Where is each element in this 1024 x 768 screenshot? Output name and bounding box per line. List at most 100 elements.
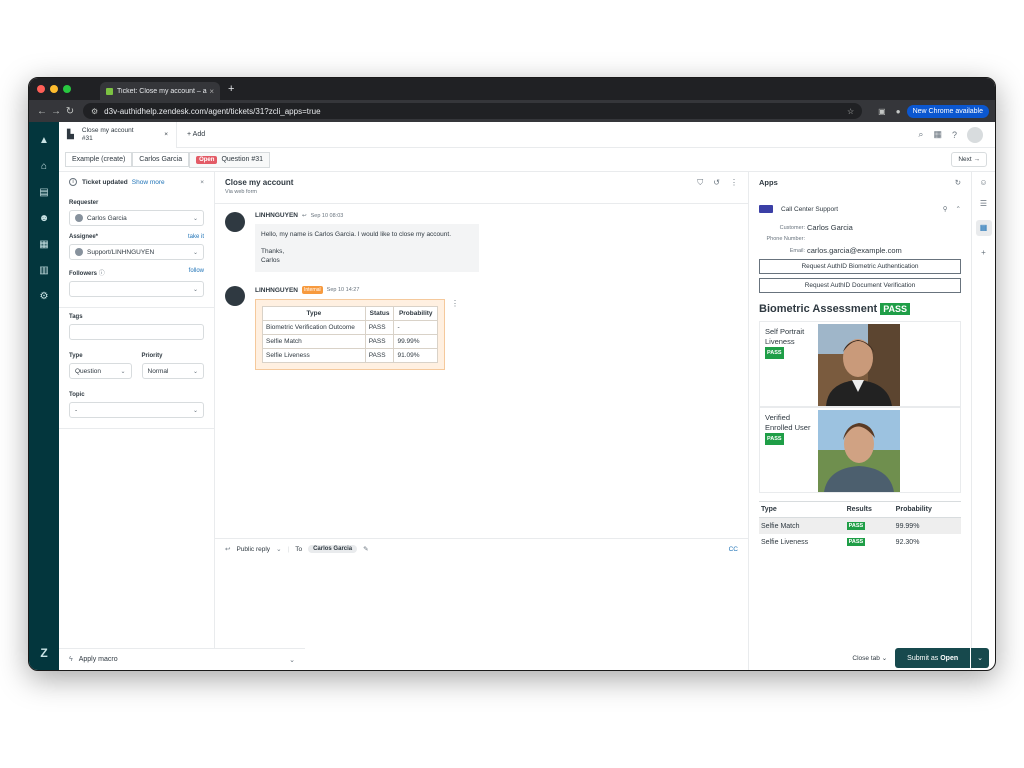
user-avatar[interactable] [967, 126, 983, 143]
profile-icon[interactable]: ● [896, 107, 901, 116]
workspace: ▙ Close my account #31 × + Add ⌕ ▦ ? Exa… [59, 121, 995, 670]
address-bar[interactable]: ⚙ d3v-authidhelp.zendesk.com/agent/ticke… [83, 103, 863, 119]
ticket-tab[interactable]: ▙ Close my account #31 × [59, 121, 177, 148]
zendesk-z-icon[interactable]: Z [40, 646, 47, 660]
help-icon[interactable]: ? [952, 130, 957, 140]
message-line: Hello, my name is Carlos Garcia. I would… [261, 231, 452, 238]
followers-field[interactable]: ⌄ [69, 281, 204, 297]
take-it-link[interactable]: take it [188, 234, 204, 240]
chevron-down-icon[interactable]: ⌄ [970, 648, 989, 668]
reporting-icon[interactable]: ▥ [37, 264, 51, 278]
breadcrumb-requester[interactable]: Carlos Garcia [132, 152, 190, 167]
customer-row: Customer: Carlos Garcia [759, 223, 961, 232]
new-tab-icon[interactable]: + [228, 83, 234, 95]
close-tab-icon[interactable]: × [209, 87, 214, 96]
breadcrumb-brand[interactable]: Example (create) [65, 152, 133, 167]
pin-icon[interactable]: ⚲ [943, 205, 948, 213]
organizations-icon[interactable]: ▦ [37, 238, 51, 252]
email-value: carlos.garcia@example.com [807, 246, 902, 255]
reply-mode-dropdown[interactable]: Public reply [236, 546, 270, 553]
table-cell: 99.99% [893, 517, 961, 534]
edit-pencil-icon[interactable]: ✎ [363, 545, 368, 553]
chrome-update-button[interactable]: New Chrome available [906, 104, 989, 118]
add-icon[interactable]: + [981, 248, 986, 257]
extension-icon[interactable]: ▣ [878, 107, 886, 116]
chevron-down-icon: ⌄ [192, 286, 198, 293]
message-item: LINHNGUYEN ↩ Sep 10 08:03 Hello, my name… [225, 212, 738, 272]
topic-label-text: Topic [69, 392, 85, 398]
chevron-down-icon[interactable]: ⌄ [276, 545, 281, 553]
follow-link[interactable]: follow [189, 268, 204, 277]
divider [59, 428, 214, 429]
message-menu-icon[interactable]: ⋮ [451, 299, 459, 308]
user-info-icon[interactable]: ☺ [979, 178, 987, 187]
chevron-down-icon: ⌄ [289, 656, 295, 664]
assignee-value: Support/LINHNGUYEN [87, 248, 155, 256]
cc-button[interactable]: CC [729, 546, 738, 553]
forward-icon[interactable]: → [49, 106, 63, 117]
filter-icon[interactable]: ⛉ [697, 178, 703, 197]
views-icon[interactable]: ▤ [37, 186, 51, 200]
admin-gear-icon[interactable]: ⚙ [37, 290, 51, 304]
message-line: Thanks, [261, 248, 285, 255]
close-tab-dropdown[interactable]: Close tab ⌄ [852, 654, 887, 662]
topic-select[interactable]: - ⌄ [69, 402, 204, 418]
message-author[interactable]: LINHNGUYEN [255, 212, 298, 219]
product-tray-icon[interactable]: ▦ [933, 129, 942, 140]
customers-icon[interactable]: ☻ [37, 212, 51, 226]
request-document-button[interactable]: Request AuthID Document Verification [759, 278, 961, 293]
assignee-field[interactable]: Support/LINHNGUYEN ⌄ [69, 244, 204, 260]
enrolled-photo [818, 410, 900, 492]
type-value: Question [75, 367, 102, 375]
topbar-actions: ⌕ ▦ ? [918, 126, 995, 143]
zendesk-logo-icon[interactable]: ▲ [37, 134, 51, 148]
table-cell: PASS [845, 534, 894, 550]
browser-tab[interactable]: Ticket: Close my account – a × [100, 82, 220, 100]
app-controls: ⚲ ⌃ [943, 205, 961, 213]
breadcrumb-ticket[interactable]: Open Question #31 [189, 151, 271, 168]
site-info-icon[interactable]: ⚙ [91, 107, 98, 116]
type-select[interactable]: Question ⌄ [69, 363, 132, 379]
internal-note: Type Status Probability Biometric Verifi… [255, 299, 445, 370]
knowledge-icon[interactable]: ☰ [980, 199, 987, 208]
ticket-properties-panel: i Ticket updated Show more × Requester C… [59, 172, 215, 670]
table-cell: PASS [364, 348, 395, 363]
maximize-window-button[interactable] [63, 85, 71, 93]
priority-group: Priority Normal ⌄ [141, 348, 204, 387]
requester-field[interactable]: Carlos Garcia ⌄ [69, 210, 204, 226]
back-icon[interactable]: ← [35, 106, 49, 117]
recipient-chip[interactable]: Carlos Garcia [308, 545, 358, 553]
close-icon[interactable]: × [200, 179, 204, 186]
request-biometric-button[interactable]: Request AuthID Biometric Authentication [759, 259, 961, 274]
message-author[interactable]: LINHNGUYEN [255, 287, 298, 294]
bookmark-star-icon[interactable]: ☆ [847, 107, 854, 116]
minimize-window-button[interactable] [50, 85, 58, 93]
close-ticket-tab-icon[interactable]: × [164, 131, 168, 138]
conversation-title-block: Close my account Via web form [225, 178, 293, 197]
close-window-button[interactable] [37, 85, 45, 93]
reload-icon[interactable]: ↻ [63, 106, 77, 117]
footer-actions: Close tab ⌄ Submit as Open ⌄ [852, 648, 989, 668]
apps-grid-icon[interactable]: ▦ [975, 220, 992, 236]
next-ticket-button[interactable]: Next → [951, 152, 987, 167]
show-more-link[interactable]: Show more [132, 179, 165, 186]
tags-field[interactable] [69, 324, 204, 340]
table-cell: Selfie Match [262, 334, 366, 349]
chevron-up-icon[interactable]: ⌃ [956, 205, 961, 213]
history-icon[interactable]: ↺ [713, 178, 720, 197]
biometric-assessment-title: Biometric Assessment PASS [759, 303, 961, 315]
submit-button[interactable]: Submit as Open ⌄ [895, 648, 989, 668]
followers-label-text: Followers ⓘ [69, 268, 105, 277]
topic-value: - [75, 406, 78, 414]
priority-select[interactable]: Normal ⌄ [141, 363, 204, 379]
more-options-icon[interactable]: ⋮ [730, 178, 738, 197]
chevron-down-icon: ⌄ [192, 215, 198, 222]
home-icon[interactable]: ⌂ [37, 160, 51, 174]
search-icon[interactable]: ⌕ [918, 129, 923, 140]
add-tab-button[interactable]: + Add [187, 131, 205, 138]
apply-macro-bar[interactable]: ϟ Apply macro ⌄ [59, 648, 305, 670]
customer-label: Customer: [779, 224, 805, 231]
refresh-icon[interactable]: ↻ [955, 178, 961, 187]
photo-caption-text: Verified Enrolled User [765, 413, 811, 432]
message-content: LINHNGUYEN ↩ Sep 10 08:03 Hello, my name… [255, 212, 479, 272]
